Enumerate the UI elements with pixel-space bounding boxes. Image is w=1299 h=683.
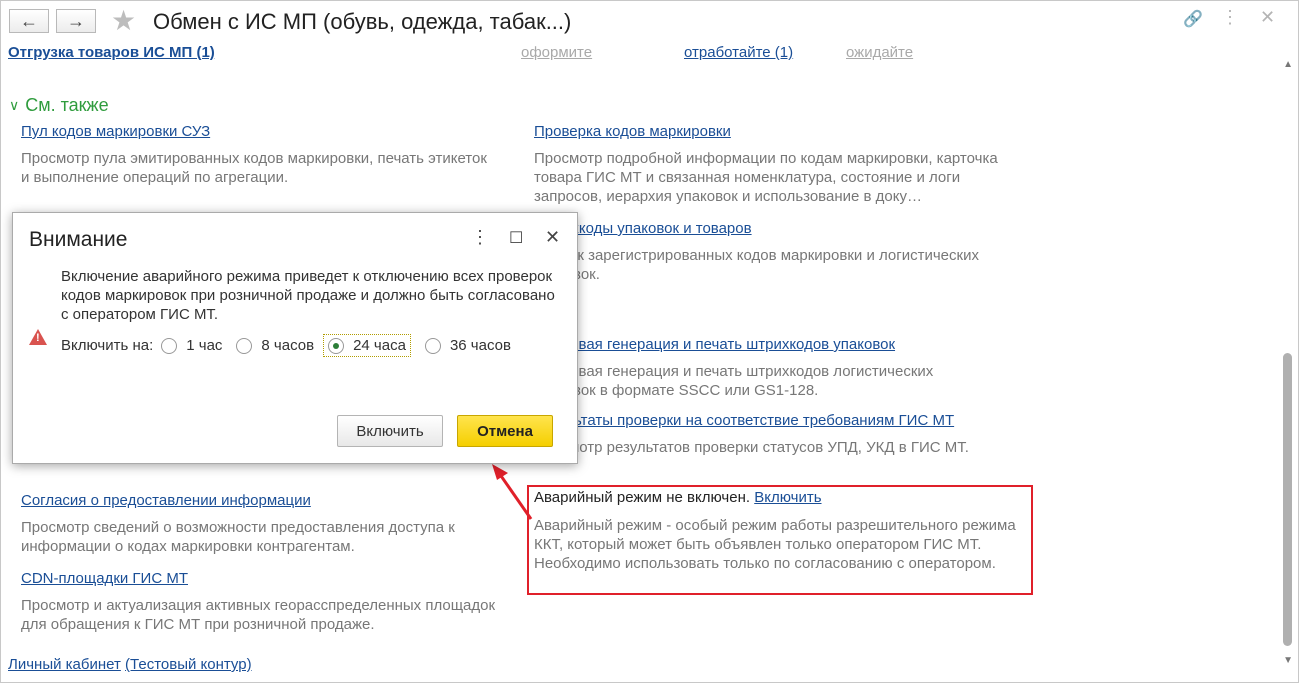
suz-pool-desc: Просмотр пула эмитированных кодов маркир… (21, 150, 487, 186)
dialog-more-icon[interactable]: ⋮ (471, 227, 489, 248)
callout-arrow-icon (492, 464, 533, 520)
check-results-desc: Просмотр результатов проверки статусов У… (534, 439, 969, 456)
footer: Личный кабинет (Тестовый контур) (8, 656, 252, 673)
option-1h-label: 1 час (186, 337, 223, 354)
shipment-link[interactable]: Отгрузка товаров ИС МП (1) (8, 44, 215, 61)
radio-8h[interactable] (236, 337, 253, 354)
arrow-right-icon: → (67, 10, 85, 31)
scroll-up-icon[interactable]: ▲ (1283, 59, 1293, 70)
dialog-message: Включение аварийного режима приведет к о… (61, 268, 555, 323)
option-36h[interactable]: 36 часов (424, 337, 511, 354)
back-button[interactable]: ← (9, 9, 49, 33)
radio-24h[interactable] (328, 337, 345, 354)
radio-36h[interactable] (424, 337, 441, 354)
option-24h[interactable]: 24 часа (323, 334, 411, 357)
more-icon[interactable]: ⋮ (1221, 7, 1239, 28)
emergency-highlight (527, 485, 1033, 595)
option-8h[interactable]: 8 часов (236, 337, 314, 354)
check-codes-desc: Просмотр подробной информации по кодам м… (534, 150, 998, 205)
process-link[interactable]: отработайте (1) (684, 44, 793, 61)
cancel-button[interactable]: Отмена (457, 415, 553, 447)
chevron-down-icon: ∨ (9, 97, 20, 113)
warning-icon: ! (29, 329, 47, 345)
barcodes-desc: Список зарегистрированных кодов маркиров… (534, 247, 979, 283)
see-also-label: См. также (25, 95, 109, 115)
star-icon[interactable]: ★ (111, 4, 136, 37)
cdn-desc: Просмотр и актуализация активных георасс… (21, 597, 496, 633)
check-results-link[interactable]: Результаты проверки на соответствие треб… (534, 412, 954, 429)
close-icon[interactable]: ✕ (1260, 7, 1275, 28)
mass-gen-link[interactable]: Массовая генерация и печать штрихкодов у… (534, 336, 895, 353)
enable-button[interactable]: Включить (337, 415, 443, 447)
check-codes-link[interactable]: Проверка кодов маркировки (534, 123, 731, 140)
cdn-link[interactable]: CDN-площадки ГИС МТ (21, 570, 188, 587)
link-icon[interactable]: 🔗 (1183, 9, 1203, 29)
option-1h[interactable]: 1 час (161, 337, 222, 354)
suz-pool-link[interactable]: Пул кодов маркировки СУЗ (21, 123, 210, 140)
option-8h-label: 8 часов (261, 337, 315, 354)
main-window: ← → ★ Обмен с ИС МП (обувь, одежда, таба… (0, 0, 1299, 683)
wait-link[interactable]: ожидайте (846, 44, 913, 61)
mass-gen-desc: Массовая генерация и печать штрихкодов л… (534, 363, 934, 399)
duration-options: Включить на: 1 час 8 часов 24 часа 36 ча… (61, 334, 525, 357)
make-link[interactable]: оформите (521, 44, 592, 61)
option-36h-label: 36 часов (449, 337, 511, 354)
dialog-title: Внимание (29, 228, 128, 251)
see-also-header[interactable]: ∨ См. также (9, 95, 109, 116)
scroll-down-icon[interactable]: ▼ (1283, 655, 1293, 666)
window-title: Обмен с ИС МП (обувь, одежда, табак...) (153, 9, 572, 34)
consent-link[interactable]: Согласия о предоставлении информации (21, 492, 311, 509)
enable-on-label: Включить на: (61, 337, 154, 354)
dialog-close-icon[interactable]: ✕ (545, 227, 560, 248)
option-24h-label: 24 часа (353, 337, 406, 354)
scrollbar-thumb[interactable] (1283, 353, 1292, 646)
forward-button[interactable]: → (56, 9, 96, 33)
radio-1h[interactable] (161, 337, 178, 354)
consent-desc: Просмотр сведений о возможности предоста… (21, 519, 455, 555)
arrow-left-icon: ← (20, 10, 38, 31)
cabinet-link[interactable]: Личный кабинет (8, 656, 121, 673)
test-contour-link[interactable]: (Тестовый контур) (125, 656, 252, 673)
attention-dialog: Внимание ⋮ ☐ ✕ Включение аварийного режи… (12, 212, 578, 464)
dialog-maximize-icon[interactable]: ☐ (509, 228, 523, 248)
